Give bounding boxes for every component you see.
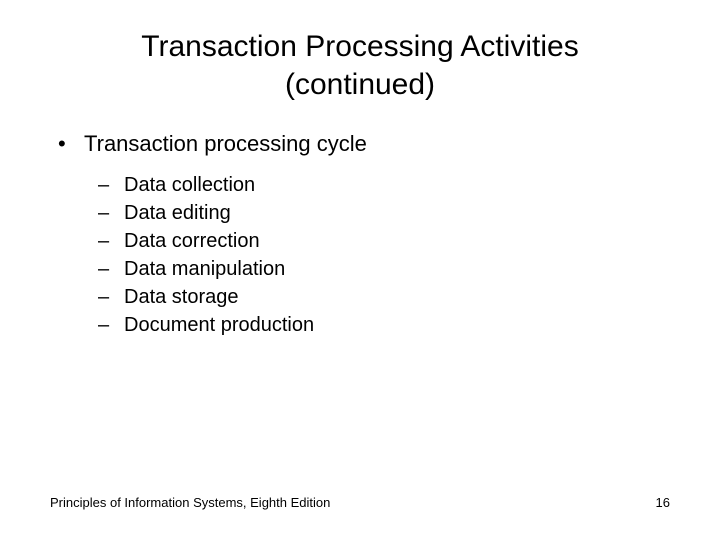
dash-icon: – [98, 283, 124, 311]
page-number: 16 [656, 495, 670, 510]
list-item: – Data editing [98, 199, 670, 227]
slide: Transaction Processing Activities (conti… [0, 0, 720, 540]
dash-icon: – [98, 255, 124, 283]
title-line-2: (continued) [285, 68, 435, 101]
sub-bullet-text: Data correction [124, 227, 260, 255]
sub-bullet-text: Data storage [124, 283, 239, 311]
slide-title: Transaction Processing Activities (conti… [50, 28, 670, 103]
dash-icon: – [98, 227, 124, 255]
bullet-level1: • Transaction processing cycle [56, 131, 670, 157]
bullet-dot-icon: • [56, 131, 84, 157]
sub-bullet-text: Data editing [124, 199, 231, 227]
footer-source: Principles of Information Systems, Eight… [50, 495, 330, 510]
slide-content: • Transaction processing cycle – Data co… [50, 131, 670, 339]
dash-icon: – [98, 199, 124, 227]
sub-bullet-list: – Data collection – Data editing – Data … [56, 171, 670, 339]
list-item: – Data correction [98, 227, 670, 255]
title-line-1: Transaction Processing Activities [141, 30, 578, 63]
bullet-level1-text: Transaction processing cycle [84, 131, 367, 157]
dash-icon: – [98, 171, 124, 199]
list-item: – Data collection [98, 171, 670, 199]
dash-icon: – [98, 311, 124, 339]
sub-bullet-text: Data manipulation [124, 255, 285, 283]
slide-footer: Principles of Information Systems, Eight… [50, 495, 670, 510]
sub-bullet-text: Document production [124, 311, 314, 339]
list-item: – Data manipulation [98, 255, 670, 283]
list-item: – Document production [98, 311, 670, 339]
sub-bullet-text: Data collection [124, 171, 255, 199]
list-item: – Data storage [98, 283, 670, 311]
